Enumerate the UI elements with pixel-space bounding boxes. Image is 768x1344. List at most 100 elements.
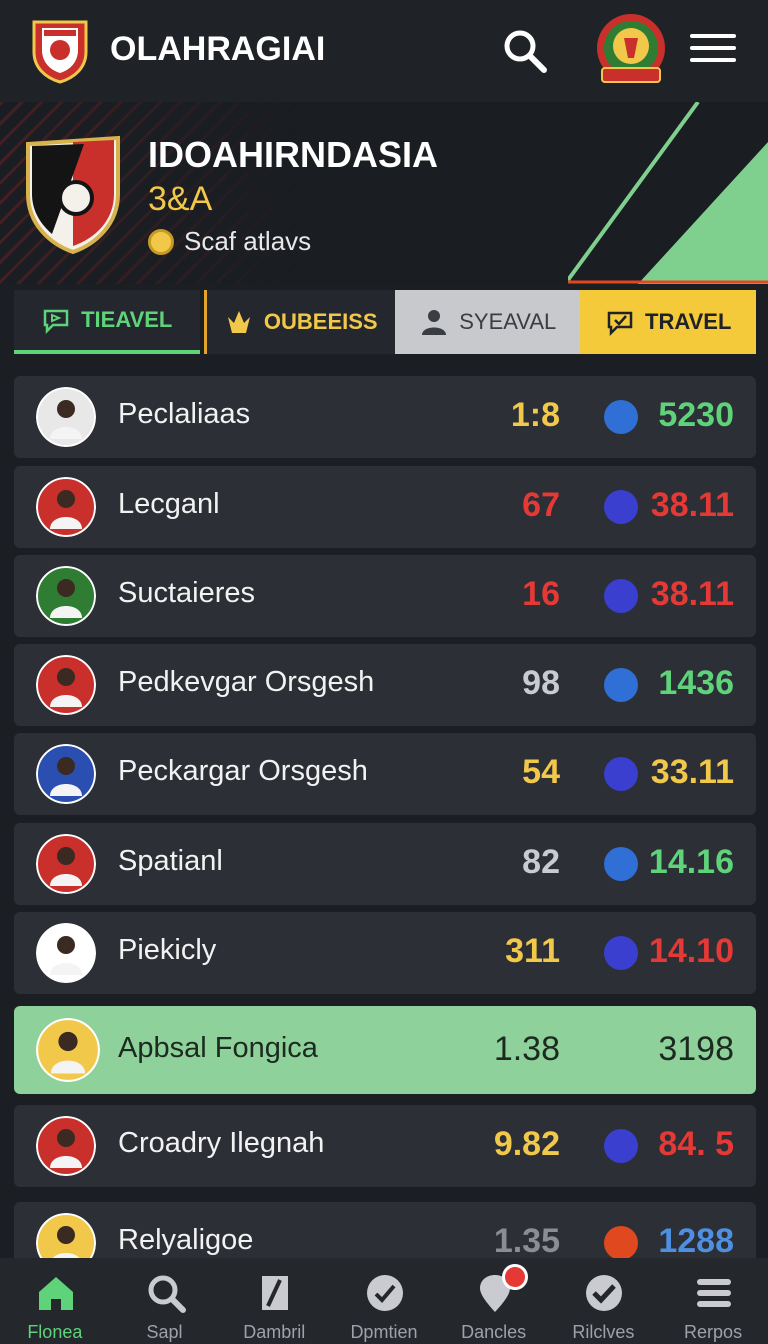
home-icon	[38, 1277, 73, 1310]
player-score: 1.38	[493, 1030, 560, 1068]
player-avatar-icon	[36, 387, 96, 447]
player-score: 9.82	[493, 1125, 560, 1163]
tab-label: TIEAVEL	[81, 307, 173, 332]
nav-item-rerpos[interactable]: Rerpos	[659, 1258, 767, 1344]
player-row[interactable]: Suctaieres 16 38.11	[14, 555, 756, 637]
search-icon	[148, 1275, 186, 1313]
status-dot-icon	[604, 936, 638, 970]
tab-syeaval[interactable]: SYEAVAL	[394, 290, 581, 354]
player-value: 33.11	[650, 753, 734, 791]
nav-item-dancles[interactable]: Dancles	[440, 1258, 548, 1344]
player-row[interactable]: Croadry Ilegnah 9.82 84. 5	[14, 1105, 756, 1187]
menu-bar	[690, 46, 736, 50]
player-score: 82	[522, 843, 560, 881]
player-row[interactable]: Pedkevgar Orsgesh 98 1436	[14, 644, 756, 726]
player-name: Spatianl	[118, 845, 223, 877]
player-row[interactable]: Lecganl 67 38.11	[14, 466, 756, 548]
player-name: Apbsal Fongica	[118, 1032, 318, 1064]
player-value: 1288	[658, 1222, 734, 1260]
team-shield-icon	[26, 135, 120, 255]
document-icon	[262, 1276, 289, 1310]
app-title: OLAHRAGIAI	[110, 30, 326, 68]
player-name: Pedkevgar Orsgesh	[118, 666, 375, 698]
player-avatar-icon	[36, 655, 96, 715]
player-name: Suctaieres	[118, 577, 256, 609]
nav-label: Dambril	[243, 1322, 306, 1342]
hero-accent-decoration	[568, 102, 768, 284]
player-row[interactable]: Apbsal Fongica 1.38 3198	[14, 1006, 756, 1094]
status-dot-icon	[604, 757, 638, 791]
tab-travel[interactable]: TRAVEL	[580, 290, 756, 354]
tab-bar: TIEAVEL OUBEEISS SYEAVAL TRAVEL	[14, 290, 756, 356]
list-icon	[697, 1279, 732, 1307]
status-dot-icon	[604, 1226, 638, 1260]
tab-label: SYEAVAL	[459, 309, 557, 334]
player-avatar-icon	[36, 477, 96, 537]
player-score: 98	[522, 664, 560, 702]
tab-label: OUBEEISS	[263, 309, 378, 334]
player-avatar-icon	[36, 1116, 96, 1176]
player-score: 311	[505, 932, 560, 970]
player-avatar-icon	[36, 923, 96, 983]
player-row[interactable]: Peckargar Orsgesh 54 33.11	[14, 733, 756, 815]
tab-label: TRAVEL	[645, 309, 732, 334]
check-badge-icon	[586, 1275, 623, 1311]
player-row[interactable]: Peclaliaas 1:8 5230	[14, 376, 756, 458]
player-row[interactable]: Spatianl 82 14.16	[14, 823, 756, 905]
player-value: 14.16	[648, 843, 734, 881]
nav-item-dpmtien[interactable]: Dpmtien	[330, 1258, 438, 1344]
player-value: 14.10	[648, 932, 734, 970]
team-meta: Scaf atlavs	[148, 226, 311, 257]
nav-item-dambril[interactable]: Dambril	[220, 1258, 328, 1344]
player-score: 54	[522, 753, 560, 791]
status-dot-icon	[604, 490, 638, 524]
player-score: 1.35	[493, 1222, 560, 1260]
player-value: 38.11	[650, 486, 734, 524]
player-value: 3198	[658, 1030, 734, 1068]
chat-check-icon	[607, 311, 633, 337]
nav-label: Dancles	[461, 1322, 527, 1342]
nav-label: Rerpos	[684, 1322, 743, 1342]
team-meta-text: Scaf atlavs	[184, 226, 312, 256]
user-icon	[422, 310, 447, 335]
team-hero-banner: IDOAHIRNDASIA 3&A Scaf atlavs	[0, 102, 768, 284]
player-avatar-icon	[36, 834, 96, 894]
player-row[interactable]: Piekicly 311 14.10	[14, 912, 756, 994]
player-value: 5230	[658, 396, 734, 434]
player-value: 38.11	[650, 575, 734, 613]
menu-bar	[690, 34, 736, 38]
menu-bar	[690, 58, 736, 62]
player-name: Peclaliaas	[118, 398, 251, 430]
player-score: 1:8	[510, 396, 560, 434]
status-dot-icon	[604, 668, 638, 702]
player-avatar-icon	[36, 566, 96, 626]
player-name: Piekicly	[118, 934, 217, 966]
search-icon[interactable]	[500, 26, 550, 76]
top-app-bar: OLAHRAGIAI	[0, 0, 768, 102]
player-avatar-icon	[36, 1018, 100, 1082]
player-name: Croadry Ilegnah	[118, 1127, 325, 1159]
team-name: IDOAHIRNDASIA	[148, 134, 439, 175]
nav-item-sapl[interactable]: Sapl	[111, 1258, 219, 1344]
bottom-navigation: Flonea Sapl Dambril Dpmtien Dancles Rilclves R…	[0, 1258, 768, 1344]
status-dot-icon	[604, 579, 638, 613]
player-value: 84. 5	[658, 1125, 734, 1163]
club-logo-icon[interactable]	[30, 18, 90, 84]
coin-icon	[148, 228, 174, 255]
player-value: 1436	[658, 664, 734, 702]
menu-icon[interactable]	[690, 28, 736, 68]
tab-tieavel[interactable]: TIEAVEL	[14, 290, 200, 354]
crown-icon	[227, 311, 250, 333]
player-name: Relyaligoe	[118, 1224, 254, 1256]
nav-label: Dpmtien	[350, 1322, 418, 1342]
tab-oubeeiss[interactable]: OUBEEISS	[203, 290, 395, 354]
nav-label: Flonea	[27, 1322, 83, 1342]
nav-label: Rilclves	[572, 1322, 635, 1342]
notification-badge-icon	[501, 1264, 528, 1290]
nav-item-flonea[interactable]: Flonea	[1, 1258, 109, 1344]
status-dot-icon	[604, 847, 638, 881]
nav-item-rilclves[interactable]: Rilclves	[549, 1258, 657, 1344]
player-name: Lecganl	[118, 488, 220, 520]
chat-icon	[43, 309, 69, 335]
emblem-badge-icon[interactable]	[588, 10, 674, 90]
